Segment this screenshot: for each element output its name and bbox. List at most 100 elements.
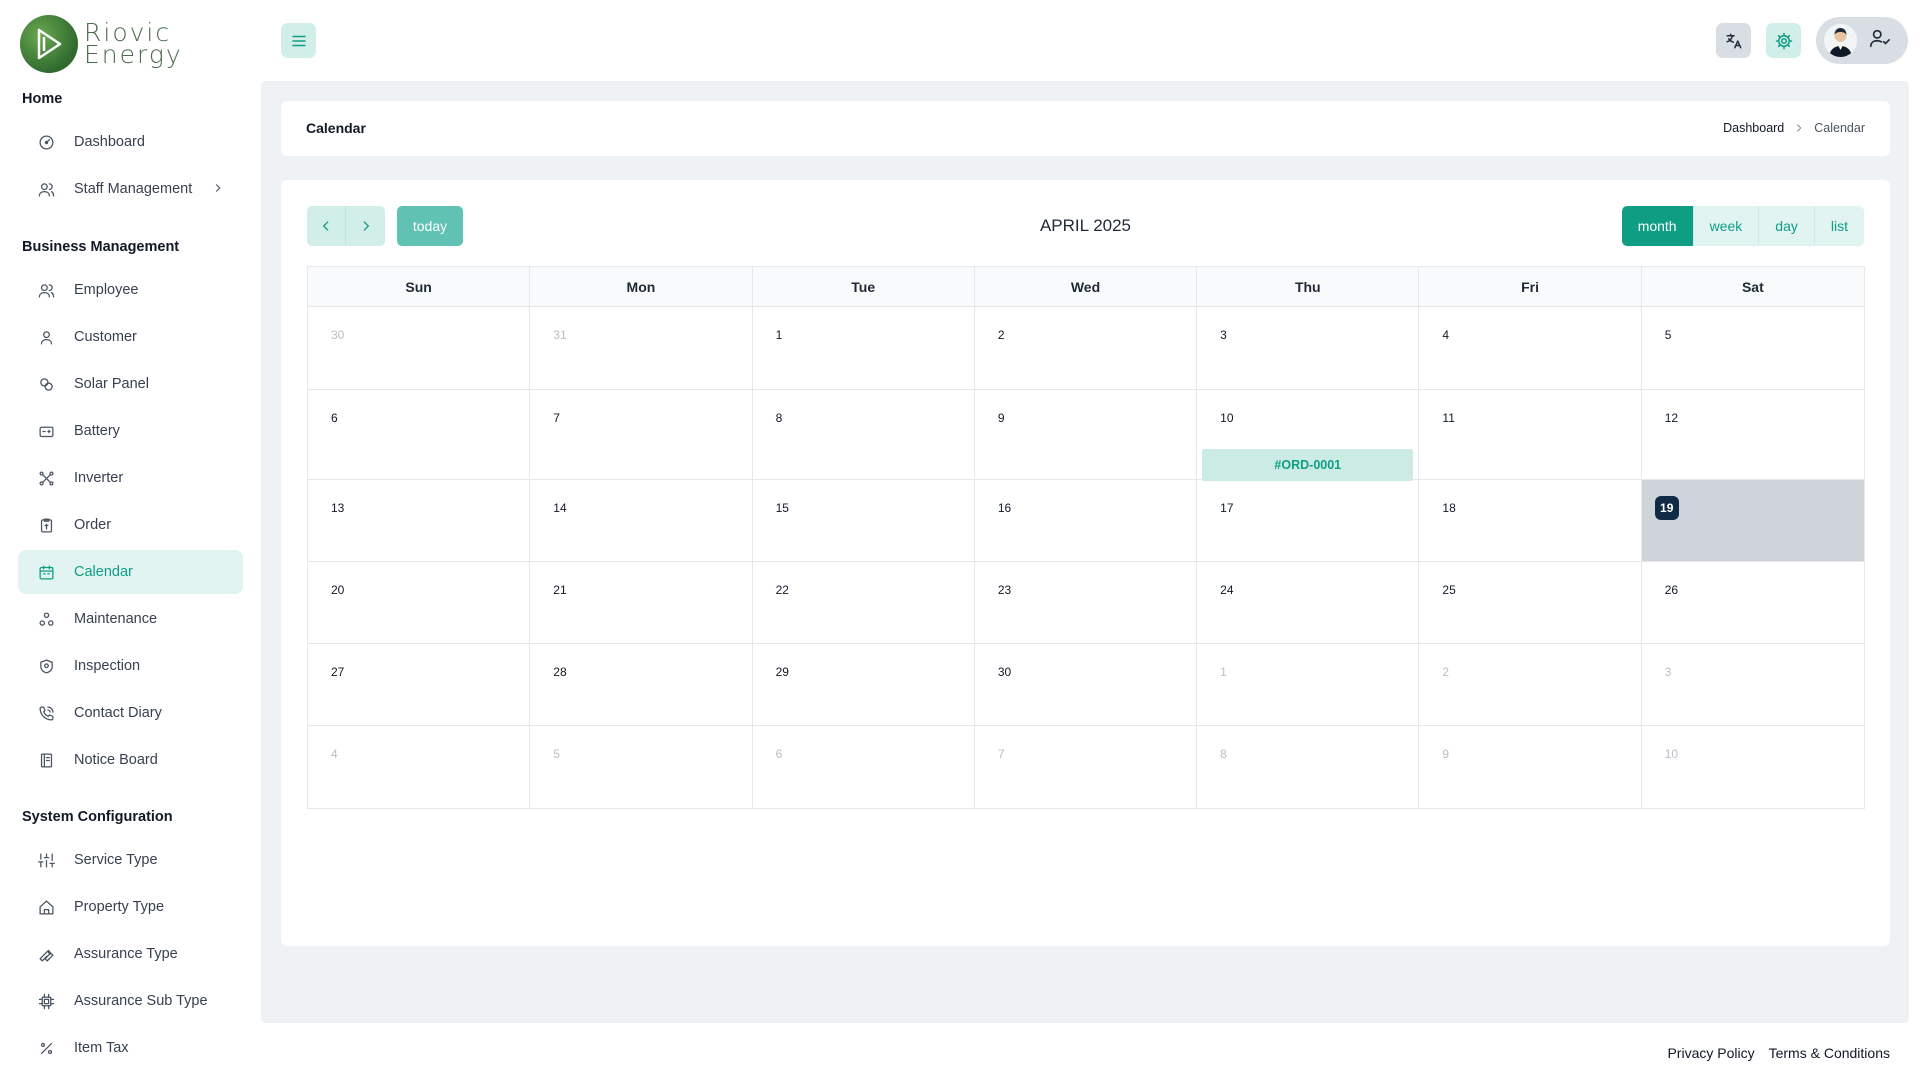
brand-logo[interactable]: Riovic Energy xyxy=(20,14,183,74)
calendar-day[interactable]: 8 xyxy=(1197,726,1420,808)
calendar-day[interactable]: 20 xyxy=(308,562,531,643)
sidebar-item-label: Solar Panel xyxy=(74,376,149,392)
calendar-day[interactable]: 9 xyxy=(1419,726,1642,808)
calendar-icon xyxy=(36,562,56,582)
sidebar-item-solar-panel[interactable]: Solar Panel xyxy=(18,362,243,406)
calendar-day[interactable]: 26 xyxy=(1642,562,1864,643)
weekday-label: Sun xyxy=(308,267,531,306)
calendar-day[interactable]: 14 xyxy=(530,480,753,561)
day-number: 30 xyxy=(331,328,345,342)
breadcrumb-dashboard-link[interactable]: Dashboard xyxy=(1723,121,1784,135)
sidebar-item-maintenance[interactable]: Maintenance xyxy=(18,597,243,641)
calendar-day[interactable]: 29 xyxy=(753,644,975,725)
sidebar-item-label: Employee xyxy=(74,282,139,298)
calendar-day[interactable]: 6 xyxy=(753,726,975,808)
user-menu[interactable] xyxy=(1816,17,1908,64)
calendar-day[interactable]: 12 xyxy=(1642,390,1864,479)
terms-link[interactable]: Terms & Conditions xyxy=(1769,1045,1890,1061)
sidebar-item-item-tax[interactable]: Item Tax xyxy=(18,1026,243,1070)
page-title: Calendar xyxy=(306,120,366,136)
calendar-day[interactable]: 4 xyxy=(308,726,531,808)
day-number: 29 xyxy=(775,665,789,679)
calendar-day[interactable]: 9 xyxy=(975,390,1198,479)
day-number: 19 xyxy=(1654,496,1679,520)
calendar-day[interactable]: 25 xyxy=(1419,562,1642,643)
sidebar-item-battery[interactable]: Battery xyxy=(18,409,243,453)
calendar-day[interactable]: 3 xyxy=(1642,644,1864,725)
calendar-day[interactable]: 1 xyxy=(1197,644,1420,725)
calendar-day[interactable]: 30 xyxy=(308,307,531,389)
calendar-day[interactable]: 3 xyxy=(1197,307,1420,389)
sidebar-item-order[interactable]: Order xyxy=(18,503,243,547)
sidebar-item-notice-board[interactable]: Notice Board xyxy=(18,738,243,782)
calendar-week-row: 6 7 8 9 10 #ORD-0001 11 12 xyxy=(308,390,1864,481)
calendar-day[interactable]: 18 xyxy=(1419,480,1642,561)
calendar-day[interactable]: 11 xyxy=(1419,390,1642,479)
calendar-day-today[interactable]: 19 xyxy=(1641,480,1864,561)
sidebar-item-contact-diary[interactable]: Contact Diary xyxy=(18,691,243,735)
view-month-button[interactable]: month xyxy=(1621,206,1694,246)
calendar-day[interactable]: 31 xyxy=(530,307,753,389)
sidebar-item-service-type[interactable]: Service Type xyxy=(18,838,243,882)
inverter-icon xyxy=(36,468,56,488)
calendar-day[interactable]: 7 xyxy=(975,726,1198,808)
sidebar-item-inverter[interactable]: Inverter xyxy=(18,456,243,500)
day-number: 3 xyxy=(1220,328,1227,342)
day-number: 18 xyxy=(1442,501,1456,515)
calendar-day[interactable]: 17 xyxy=(1197,480,1420,561)
sidebar-item-staff-management[interactable]: Staff Management xyxy=(18,167,243,211)
calendar-day[interactable]: 8 xyxy=(753,390,975,479)
calendar-day[interactable]: 2 xyxy=(1419,644,1642,725)
calendar-day[interactable]: 21 xyxy=(530,562,753,643)
sidebar-item-assurance-type[interactable]: Assurance Type xyxy=(18,932,243,976)
sidebar-item-inspection[interactable]: Inspection xyxy=(18,644,243,688)
calendar-day[interactable]: 5 xyxy=(1642,307,1864,389)
calendar-day[interactable]: 24 xyxy=(1197,562,1420,643)
sidebar-item-customer[interactable]: Customer xyxy=(18,315,243,359)
day-number: 10 xyxy=(1220,411,1234,425)
sidebar-item-label: Contact Diary xyxy=(74,705,162,721)
percent-icon xyxy=(36,1038,56,1058)
calendar-day[interactable]: 10 xyxy=(1642,726,1864,808)
weekday-label: Sat xyxy=(1741,278,1764,295)
day-number: 2 xyxy=(997,328,1005,342)
calendar-day[interactable]: 28 xyxy=(530,644,753,725)
calendar-day[interactable]: 27 xyxy=(308,644,531,725)
calendar-week-row: 4 5 6 7 8 9 10 xyxy=(308,726,1864,808)
view-list-button[interactable]: list xyxy=(1814,206,1864,246)
calendar-day[interactable]: 22 xyxy=(753,562,975,643)
sidebar-item-label: Notice Board xyxy=(74,752,158,768)
sidebar-item-property-type[interactable]: Property Type xyxy=(18,885,243,929)
calendar-day[interactable]: 7 xyxy=(530,390,753,479)
calendar-day[interactable]: 30 xyxy=(975,644,1198,725)
sidebar-item-employee[interactable]: Employee xyxy=(18,268,243,312)
calendar-day[interactable]: 1 xyxy=(753,307,975,389)
sidebar-item-assurance-sub-type[interactable]: Assurance Sub Type xyxy=(18,979,243,1023)
menu-toggle-button[interactable] xyxy=(281,23,316,58)
settings-button[interactable] xyxy=(1766,23,1801,58)
weekday-header: Sun Mon Tue Wed Thu Fri Sat xyxy=(308,267,1864,307)
calendar-day[interactable]: 4 xyxy=(1419,307,1642,389)
view-day-button[interactable]: day xyxy=(1759,206,1815,246)
sidebar-item-dashboard[interactable]: Dashboard xyxy=(18,120,243,164)
sidebar-item-calendar[interactable]: Calendar xyxy=(18,550,243,594)
calendar-day[interactable]: 5 xyxy=(530,726,753,808)
section-business-management: Business Management xyxy=(22,239,180,255)
view-week-button[interactable]: week xyxy=(1693,206,1760,246)
sidebar-item-label: Battery xyxy=(74,423,120,439)
day-number: 3 xyxy=(1664,665,1672,679)
sidebar-item-label: Assurance Sub Type xyxy=(74,993,208,1009)
calendar-day[interactable]: 15 xyxy=(753,480,975,561)
calendar-day[interactable]: 16 xyxy=(975,480,1198,561)
avatar xyxy=(1824,24,1857,57)
calendar-day[interactable]: 10 #ORD-0001 xyxy=(1197,390,1420,481)
calendar-event[interactable]: #ORD-0001 xyxy=(1202,449,1414,481)
privacy-policy-link[interactable]: Privacy Policy xyxy=(1667,1045,1754,1061)
language-button[interactable] xyxy=(1716,23,1751,58)
calendar-day[interactable]: 13 xyxy=(308,480,531,561)
calendar-day[interactable]: 6 xyxy=(308,390,531,479)
calendar-day[interactable]: 2 xyxy=(975,307,1198,389)
calendar-day[interactable]: 23 xyxy=(975,562,1198,643)
day-number: 11 xyxy=(1442,411,1455,425)
sidebar-item-label: Customer xyxy=(74,329,137,345)
